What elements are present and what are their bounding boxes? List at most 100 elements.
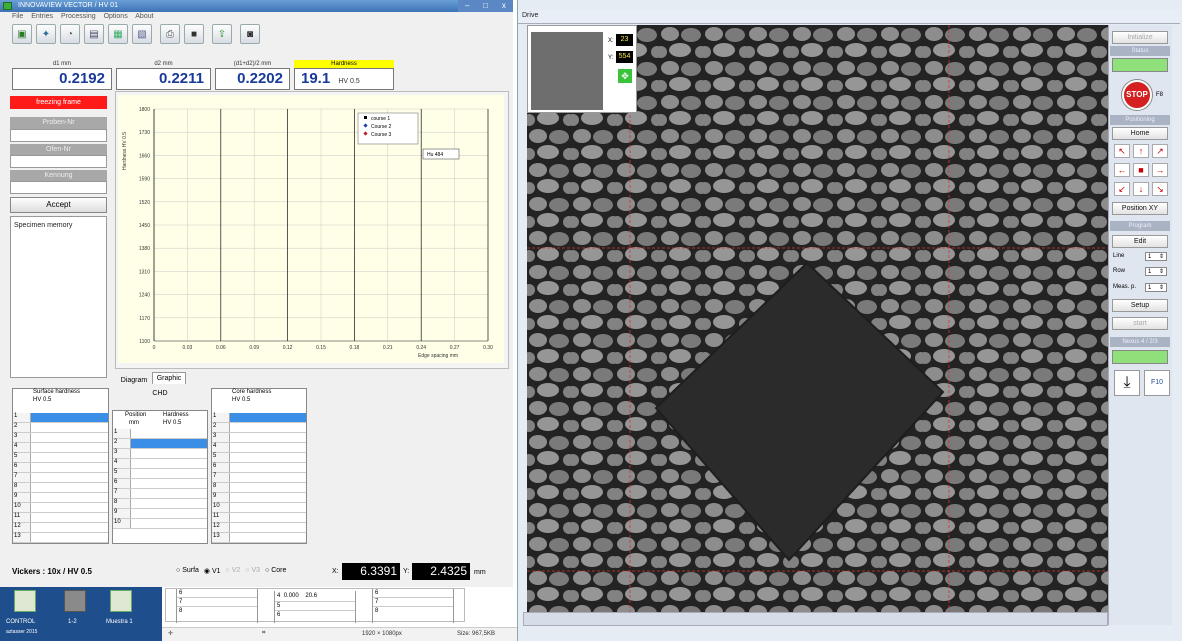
- table-row[interactable]: 3: [212, 433, 306, 443]
- arrow-down-left-icon[interactable]: ↙: [1114, 182, 1130, 196]
- edit-button[interactable]: Edit: [1112, 235, 1168, 248]
- menu-about[interactable]: About: [135, 13, 153, 20]
- image-toolbar-icon[interactable]: ▣: [12, 24, 32, 44]
- table-row[interactable]: 1: [212, 413, 306, 423]
- crop-icon[interactable]: ⌗: [262, 630, 265, 637]
- arrow-left-icon[interactable]: ←: [1114, 163, 1130, 177]
- close-button[interactable]: x: [494, 0, 513, 12]
- table-row[interactable]: 8: [212, 483, 306, 493]
- row-number: 4: [13, 443, 31, 452]
- freeze-frame-indicator[interactable]: freezing frame: [10, 96, 107, 109]
- delete-icon[interactable]: ■: [184, 24, 204, 44]
- arrow-up-left-icon[interactable]: ↖: [1114, 144, 1130, 158]
- row-spinner[interactable]: 1 ⇕: [1145, 267, 1167, 276]
- core-hardness-table[interactable]: Core hardness HV 0.5 1 2 3 4 5 6 7 8 9 10 11 12 13: [211, 388, 307, 544]
- arrow-up-icon[interactable]: ↑: [1133, 144, 1149, 158]
- kennung-input[interactable]: [10, 181, 107, 194]
- table-row[interactable]: 12: [212, 523, 306, 533]
- tab-graphic[interactable]: Graphic: [152, 372, 186, 384]
- measure-icon[interactable]: ◔: [60, 24, 80, 44]
- image-file-icon[interactable]: [64, 590, 86, 612]
- table-row[interactable]: 2: [13, 423, 108, 433]
- table-row[interactable]: 12: [13, 523, 108, 533]
- thumb-nav-icon[interactable]: ✥: [618, 69, 632, 83]
- chart-icon[interactable]: ▧: [132, 24, 152, 44]
- table-row[interactable]: 3: [113, 449, 207, 459]
- home-button[interactable]: Home: [1112, 127, 1168, 140]
- maximize-button[interactable]: □: [476, 0, 495, 12]
- accept-button[interactable]: Accept: [10, 197, 107, 213]
- table-row[interactable]: 9: [113, 509, 207, 519]
- table-row[interactable]: 10: [113, 519, 207, 529]
- table-row[interactable]: 3: [13, 433, 108, 443]
- table-row[interactable]: 2: [212, 423, 306, 433]
- add-icon[interactable]: ✛: [168, 630, 173, 637]
- thumbnail-image[interactable]: [531, 32, 603, 110]
- menu-entries[interactable]: Entries: [31, 13, 53, 20]
- table-row[interactable]: 13: [212, 533, 306, 543]
- table-row[interactable]: 10: [13, 503, 108, 513]
- table-row[interactable]: 9: [13, 493, 108, 503]
- center-stop-icon[interactable]: ■: [1133, 163, 1149, 177]
- table-row[interactable]: 4: [113, 459, 207, 469]
- table-row[interactable]: 5: [113, 469, 207, 479]
- table-row[interactable]: 7: [212, 473, 306, 483]
- table-row[interactable]: 8: [113, 499, 207, 509]
- arrow-down-icon[interactable]: ↓: [1133, 182, 1149, 196]
- menu-options[interactable]: Options: [104, 13, 128, 20]
- initialize-button[interactable]: Initialize: [1112, 31, 1168, 44]
- line-spinner[interactable]: 1 ⇕: [1145, 252, 1167, 261]
- table-row[interactable]: 4: [212, 443, 306, 453]
- radio-v1[interactable]: ◉ V1: [204, 567, 221, 575]
- table-row[interactable]: 7: [113, 489, 207, 499]
- proben-nr-input[interactable]: [10, 129, 107, 142]
- table-row[interactable]: 11: [212, 513, 306, 523]
- exit-icon[interactable]: F10: [1144, 370, 1170, 396]
- table-row[interactable]: 10: [212, 503, 306, 513]
- table-row[interactable]: 9: [212, 493, 306, 503]
- specimen-memory-panel[interactable]: Specimen memory: [10, 216, 107, 378]
- surface-hardness-table[interactable]: Surface hardness HV 0.5 1 2 3 4 5 6 7 8 9 10 11 12 1…: [12, 388, 109, 544]
- tab-diagram[interactable]: Diagram: [117, 376, 151, 386]
- control-file-icon[interactable]: [14, 590, 36, 612]
- table-row[interactable]: 13: [13, 533, 108, 543]
- arrow-up-right-icon[interactable]: ↗: [1152, 144, 1168, 158]
- radio-surfa[interactable]: ○ Surfa: [176, 567, 199, 575]
- arrow-down-right-icon[interactable]: ↘: [1152, 182, 1168, 196]
- menu-file[interactable]: File: [12, 13, 23, 20]
- position-xy-button[interactable]: Position XY: [1112, 202, 1168, 215]
- stop-button[interactable]: STOP: [1122, 80, 1152, 110]
- menu-processing[interactable]: Processing: [61, 13, 96, 20]
- radio-v2[interactable]: ○ V2: [226, 567, 241, 575]
- radio-core[interactable]: ○ Core: [265, 567, 286, 575]
- minimize-button[interactable]: –: [458, 0, 477, 12]
- arrow-right-icon[interactable]: →: [1152, 163, 1168, 177]
- table-row[interactable]: 2: [113, 439, 207, 449]
- meas-spinner[interactable]: 1 ⇕: [1145, 283, 1167, 292]
- table-row[interactable]: 6: [212, 463, 306, 473]
- table-row[interactable]: 11: [13, 513, 108, 523]
- camera-icon[interactable]: ◙: [240, 24, 260, 44]
- camera-settings-icon[interactable]: ✦: [36, 24, 56, 44]
- radio-v3[interactable]: ○ V3: [245, 567, 260, 575]
- lower-stage-icon[interactable]: ⤓: [1114, 370, 1140, 396]
- table-row[interactable]: 1: [13, 413, 108, 423]
- camera-live-view[interactable]: X: 23 Y: 554 ✥: [527, 25, 1109, 612]
- table-row[interactable]: 6: [113, 479, 207, 489]
- report-icon[interactable]: ▤: [84, 24, 104, 44]
- table-row[interactable]: 7: [13, 473, 108, 483]
- table-row[interactable]: 8: [13, 483, 108, 493]
- table-row[interactable]: 1: [113, 429, 207, 439]
- chd-table[interactable]: Position mm Hardness HV 0.5 1 2 3 4 5 6 7 8 9 10: [112, 410, 208, 544]
- ofen-nr-input[interactable]: [10, 155, 107, 168]
- table-icon[interactable]: ▦: [108, 24, 128, 44]
- table-row[interactable]: 6: [13, 463, 108, 473]
- table-row[interactable]: 5: [13, 453, 108, 463]
- table-row[interactable]: 5: [212, 453, 306, 463]
- start-button[interactable]: start: [1112, 317, 1168, 330]
- table-row[interactable]: 4: [13, 443, 108, 453]
- setup-button[interactable]: Setup: [1112, 299, 1168, 312]
- muestra-file-icon[interactable]: [110, 590, 132, 612]
- print-icon[interactable]: ⎙: [160, 24, 180, 44]
- export-icon[interactable]: ⇪: [212, 24, 232, 44]
